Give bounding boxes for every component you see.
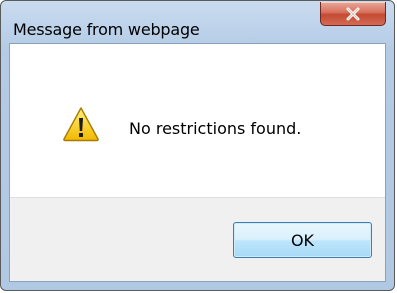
- title-bar[interactable]: Message from webpage: [1, 1, 394, 43]
- close-button[interactable]: [320, 2, 386, 26]
- ok-button[interactable]: OK: [233, 222, 372, 258]
- close-icon: [344, 6, 362, 22]
- message-area: No restrictions found.: [10, 44, 385, 197]
- dialog-title: Message from webpage: [13, 20, 200, 39]
- dialog-body: No restrictions found. OK: [9, 43, 386, 282]
- message-dialog: Message from webpage No restrictions fou…: [0, 0, 395, 291]
- warning-icon: [62, 106, 100, 142]
- message-text: No restrictions found.: [129, 119, 302, 138]
- button-bar: OK: [10, 197, 385, 281]
